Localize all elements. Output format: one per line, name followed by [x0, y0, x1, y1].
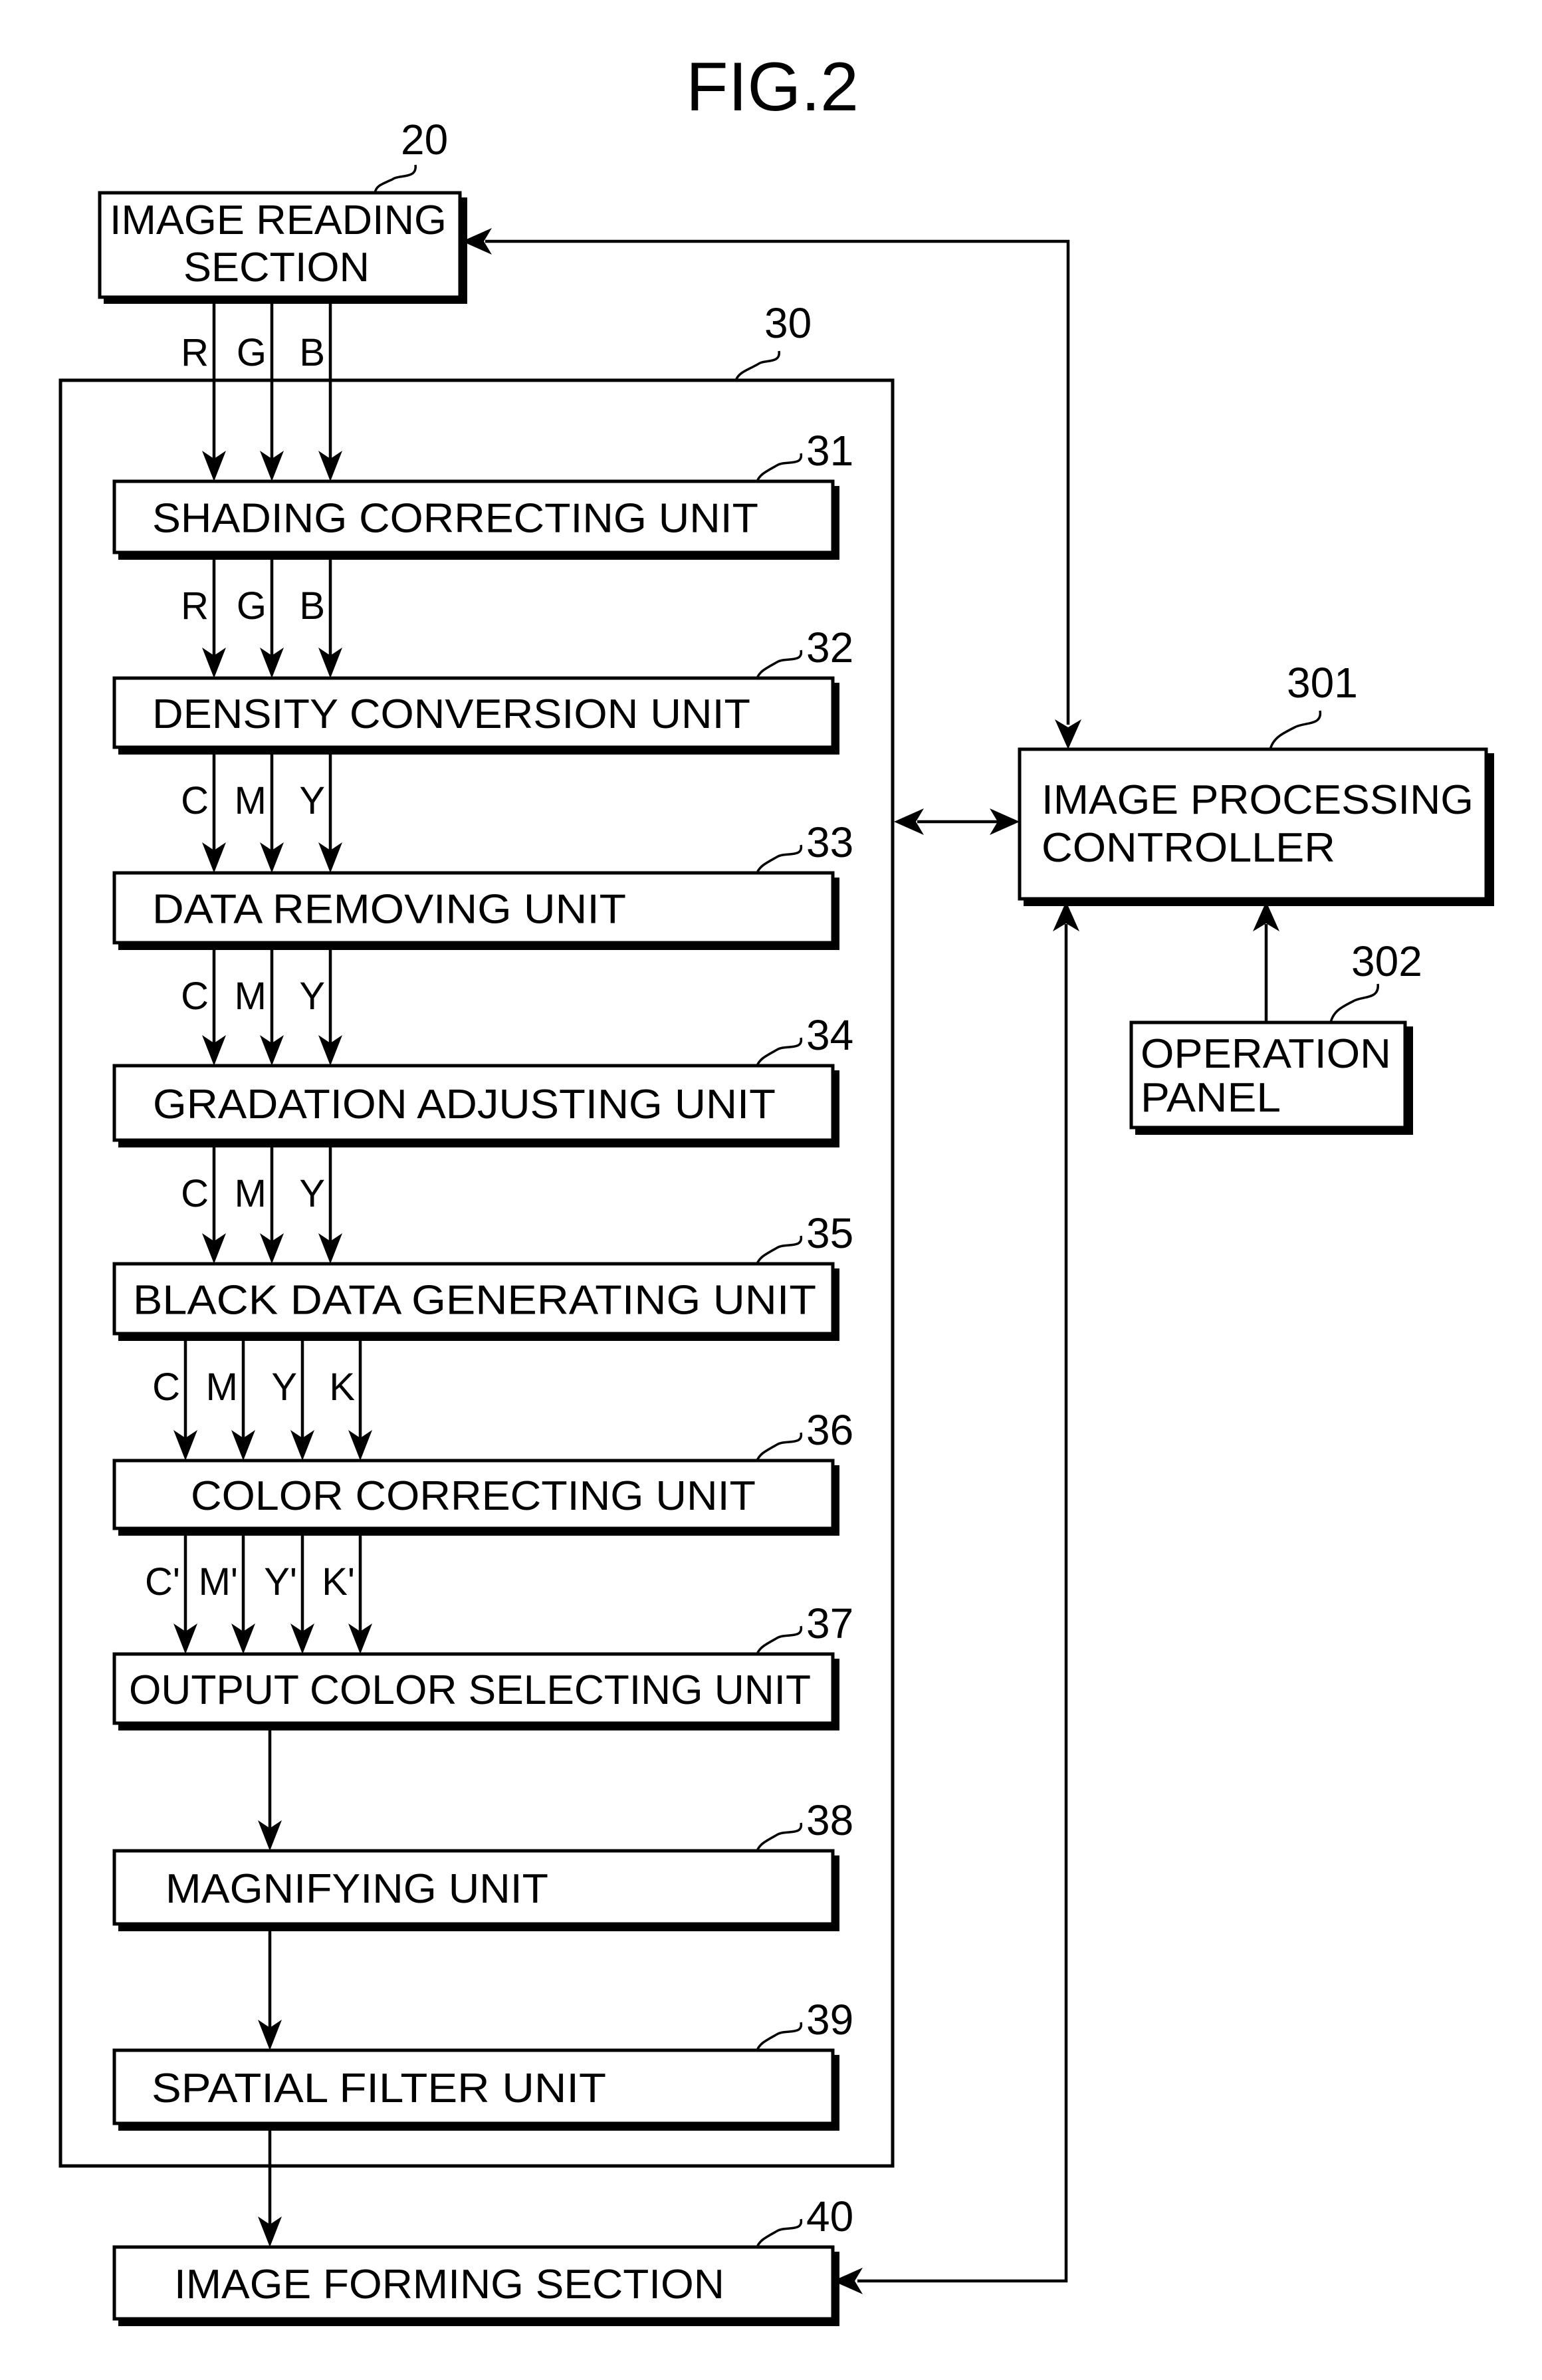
ref-number-34: 34	[806, 1011, 853, 1059]
ref-leader	[756, 1432, 802, 1461]
channel-label: M	[235, 779, 267, 822]
ref-leader	[756, 2022, 802, 2051]
channel-label: C'	[145, 1560, 180, 1604]
channel-label: M	[206, 1366, 238, 1409]
signal-data-removing-unit-to-gradation-adjusting-unit: CMY	[181, 945, 342, 1066]
channel-label: Y	[299, 1172, 325, 1215]
block-label-line-2: SECTION	[183, 245, 370, 291]
image-processing-controller[interactable]: IMAGE PROCESSING CONTROLLER	[1018, 747, 1494, 906]
figure-title: FIG.2	[686, 49, 859, 126]
channel-label: B	[299, 584, 325, 628]
box-frame	[1018, 747, 1488, 901]
image-reading-section[interactable]: IMAGE READING SECTION	[98, 191, 467, 304]
ref-leader	[756, 1625, 802, 1655]
signal-spatial-filter-unit-to-image-forming-section	[258, 2126, 282, 2247]
channel-label: C	[181, 1172, 209, 1215]
wire-controller-to-forming	[857, 924, 1068, 2283]
channel-label: M	[235, 975, 267, 1018]
block-label: SPATIAL FILTER UNIT	[152, 2066, 606, 2111]
ref-number-36: 36	[806, 1406, 853, 1454]
signal-gradation-adjusting-unit-to-black-data-generating-unit: CMY	[181, 1143, 342, 1264]
block-label: GRADATION ADJUSTING UNIT	[153, 1082, 776, 1128]
ref-leader-301	[1269, 710, 1321, 750]
channel-label: C	[152, 1366, 180, 1409]
block-label-line-2: CONTROLLER	[1042, 825, 1335, 871]
block-diagram: FIG.2 30 IMAGE READING SECTION 20 IMAGE …	[58, 49, 1494, 2326]
ref-number-32: 32	[806, 624, 853, 671]
channel-label: M'	[199, 1560, 238, 1604]
data-removing-unit[interactable]: DATA REMOVING UNIT	[112, 871, 839, 950]
block-label: BLACK DATA GENERATING UNIT	[133, 1278, 816, 1324]
ref-number-33: 33	[806, 818, 853, 866]
density-conversion-unit[interactable]: DENSITY CONVERSION UNIT	[112, 676, 839, 755]
signal-output-color-selecting-unit-to-magnifying-unit	[258, 1726, 282, 1851]
ref-leader	[756, 1822, 802, 1851]
ref-leader	[756, 453, 802, 482]
channel-label: M	[235, 1172, 267, 1215]
signal-shading-correcting-unit-to-density-conversion-unit: RGB	[181, 555, 342, 678]
block-label: SHADING CORRECTING UNIT	[152, 496, 758, 542]
ref-number-37: 37	[806, 1600, 853, 1647]
ref-leader-20	[374, 164, 417, 193]
channel-label: Y	[299, 975, 325, 1018]
shading-correcting-unit[interactable]: SHADING CORRECTING UNIT	[112, 479, 839, 560]
ref-leader	[756, 1037, 802, 1066]
block-label-line-1: IMAGE PROCESSING	[1042, 777, 1474, 823]
ref-leader	[756, 1235, 802, 1264]
ref-number-20: 20	[401, 116, 448, 164]
ref-leader	[756, 844, 802, 874]
block-label: OUTPUT COLOR SELECTING UNIT	[129, 1667, 811, 1713]
operation-panel[interactable]: OPERATION PANEL	[1129, 1020, 1413, 1135]
channel-label: G	[237, 584, 267, 628]
ref-number-38: 38	[806, 1796, 853, 1844]
color-correcting-unit[interactable]: COLOR CORRECTING UNIT	[112, 1459, 839, 1536]
ref-leader	[756, 650, 802, 679]
channel-label: C	[181, 975, 209, 1018]
ref-number-40: 40	[806, 2193, 853, 2240]
spatial-filter-unit[interactable]: SPATIAL FILTER UNIT	[112, 2048, 839, 2131]
channel-label: Y	[299, 779, 325, 822]
block-label: DATA REMOVING UNIT	[152, 887, 626, 933]
ref-leader-302	[1329, 983, 1379, 1023]
channel-label: G	[237, 331, 267, 374]
block-label-line-2: PANEL	[1141, 1075, 1281, 1121]
ref-number-30: 30	[764, 299, 812, 347]
ref-number-301: 301	[1287, 659, 1358, 707]
gradation-adjusting-unit[interactable]: GRADATION ADJUSTING UNIT	[112, 1064, 839, 1147]
ref-number-31: 31	[806, 427, 853, 475]
channel-label: C	[181, 779, 209, 822]
signal-color-correcting-unit-to-output-color-selecting-unit: C' M' Y' K'	[145, 1531, 372, 1654]
magnifying-unit[interactable]: MAGNIFYING UNIT	[112, 1849, 839, 1931]
ref-number-302: 302	[1351, 937, 1422, 985]
block-label: COLOR CORRECTING UNIT	[191, 1473, 756, 1519]
signal-image-reading-section-to-shading-correcting-unit: RGB	[181, 302, 342, 481]
black-data-generating-unit[interactable]: BLACK DATA GENERATING UNIT	[112, 1262, 839, 1341]
image-forming-section[interactable]: IMAGE FORMING SECTION	[112, 2245, 839, 2326]
ref-leader	[756, 2218, 802, 2248]
ref-number-35: 35	[806, 1209, 853, 1257]
channel-label: Y'	[264, 1560, 297, 1604]
signal-magnifying-unit-to-spatial-filter-unit	[258, 1927, 282, 2050]
block-label: MAGNIFYING UNIT	[165, 1866, 548, 1912]
channel-label: K	[329, 1366, 355, 1409]
channel-label: R	[181, 584, 209, 628]
block-label-line-1: OPERATION	[1141, 1031, 1391, 1077]
ref-number-39: 39	[806, 1996, 853, 2044]
signal-density-conversion-unit-to-data-removing-unit: CMY	[181, 750, 342, 873]
output-color-selecting-unit[interactable]: OUTPUT COLOR SELECTING UNIT	[112, 1652, 839, 1730]
channel-label: Y	[271, 1366, 297, 1409]
block-label-line-1: IMAGE READING	[110, 197, 447, 243]
block-label: IMAGE FORMING SECTION	[174, 2262, 724, 2308]
channel-label: R	[181, 331, 209, 374]
ref-leader-30	[734, 350, 780, 381]
signal-black-data-generating-unit-to-color-correcting-unit: CMYK	[152, 1336, 372, 1461]
channel-label: B	[299, 331, 325, 374]
channel-label: K'	[322, 1560, 355, 1604]
block-label: DENSITY CONVERSION UNIT	[152, 691, 750, 737]
